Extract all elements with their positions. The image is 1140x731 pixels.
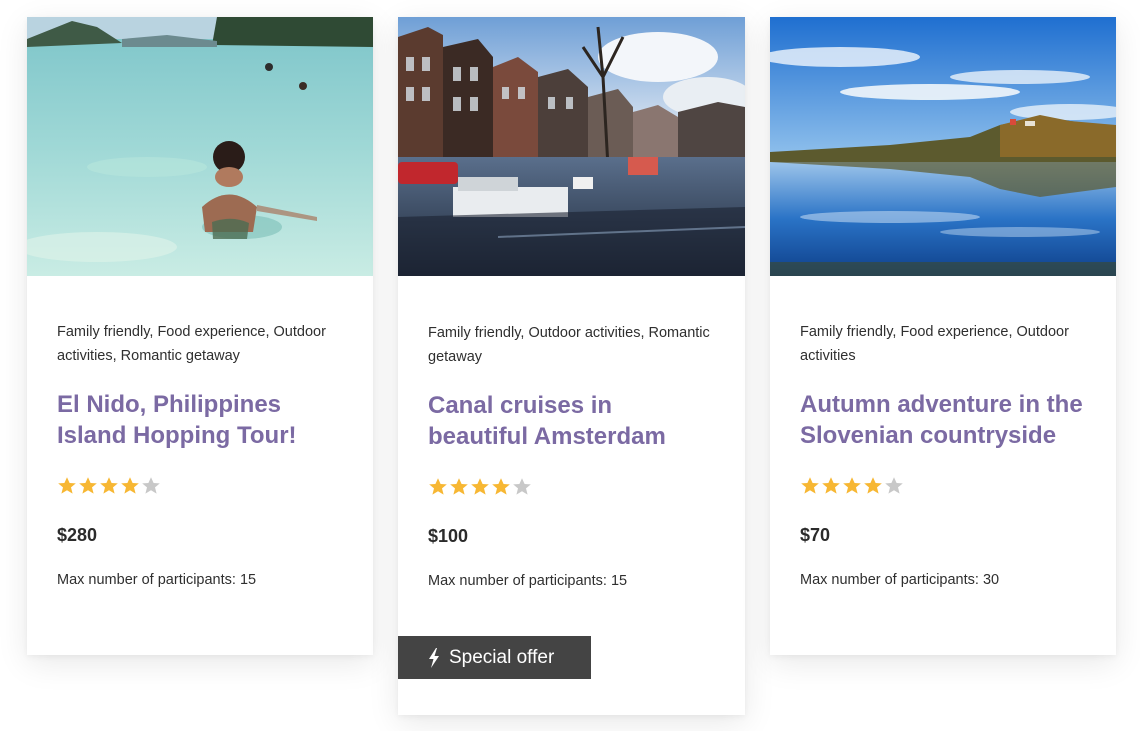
special-offer-label: Special offer xyxy=(449,646,555,668)
tour-price: $280 xyxy=(57,525,98,545)
tour-price: $70 xyxy=(800,525,831,545)
beach-swimming-photo xyxy=(27,17,373,276)
tour-title-link[interactable]: Canal cruises in beautiful Amsterdam xyxy=(428,390,715,452)
rating-stars xyxy=(800,475,1086,497)
tour-card: Family friendly, Food experience, Outdoo… xyxy=(27,17,373,655)
star-filled-icon xyxy=(800,476,820,496)
rating-stars xyxy=(428,476,715,498)
star-filled-icon xyxy=(491,477,511,497)
star-filled-icon xyxy=(57,476,77,496)
tour-title-link[interactable]: El Nido, Philippines Island Hopping Tour… xyxy=(57,389,343,451)
tour-image-link[interactable] xyxy=(398,17,745,276)
tour-image-link[interactable] xyxy=(770,17,1116,276)
star-filled-icon xyxy=(78,476,98,496)
tour-tags: Family friendly, Outdoor activities, Rom… xyxy=(428,325,710,365)
tour-image-link[interactable] xyxy=(27,17,373,276)
tour-list: Family friendly, Food experience, Outdoo… xyxy=(0,0,1140,731)
star-filled-icon xyxy=(821,476,841,496)
amsterdam-canal-photo xyxy=(398,17,745,276)
star-filled-icon xyxy=(470,477,490,497)
star-filled-icon xyxy=(428,477,448,497)
star-empty-icon xyxy=(884,476,904,496)
lake-reflection-photo xyxy=(770,17,1116,276)
max-participants: Max number of participants: 15 xyxy=(57,572,257,588)
special-offer-badge[interactable]: Special offer xyxy=(398,636,591,679)
max-participants: Max number of participants: 15 xyxy=(428,573,628,589)
rating-stars xyxy=(57,475,343,497)
tour-card: Family friendly, Outdoor activities, Rom… xyxy=(398,17,745,715)
star-filled-icon xyxy=(120,476,140,496)
star-filled-icon xyxy=(863,476,883,496)
bolt-icon xyxy=(428,647,440,668)
star-filled-icon xyxy=(449,477,469,497)
tour-title-link[interactable]: Autumn adventure in the Slovenian countr… xyxy=(800,389,1086,451)
tour-price: $100 xyxy=(428,526,469,546)
tour-tags: Family friendly, Food experience, Outdoo… xyxy=(57,324,326,364)
tour-card: Family friendly, Food experience, Outdoo… xyxy=(770,17,1116,655)
star-filled-icon xyxy=(99,476,119,496)
star-empty-icon xyxy=(141,476,161,496)
star-filled-icon xyxy=(842,476,862,496)
star-empty-icon xyxy=(512,477,532,497)
tour-tags: Family friendly, Food experience, Outdoo… xyxy=(800,324,1069,364)
max-participants: Max number of participants: 30 xyxy=(800,572,1000,588)
